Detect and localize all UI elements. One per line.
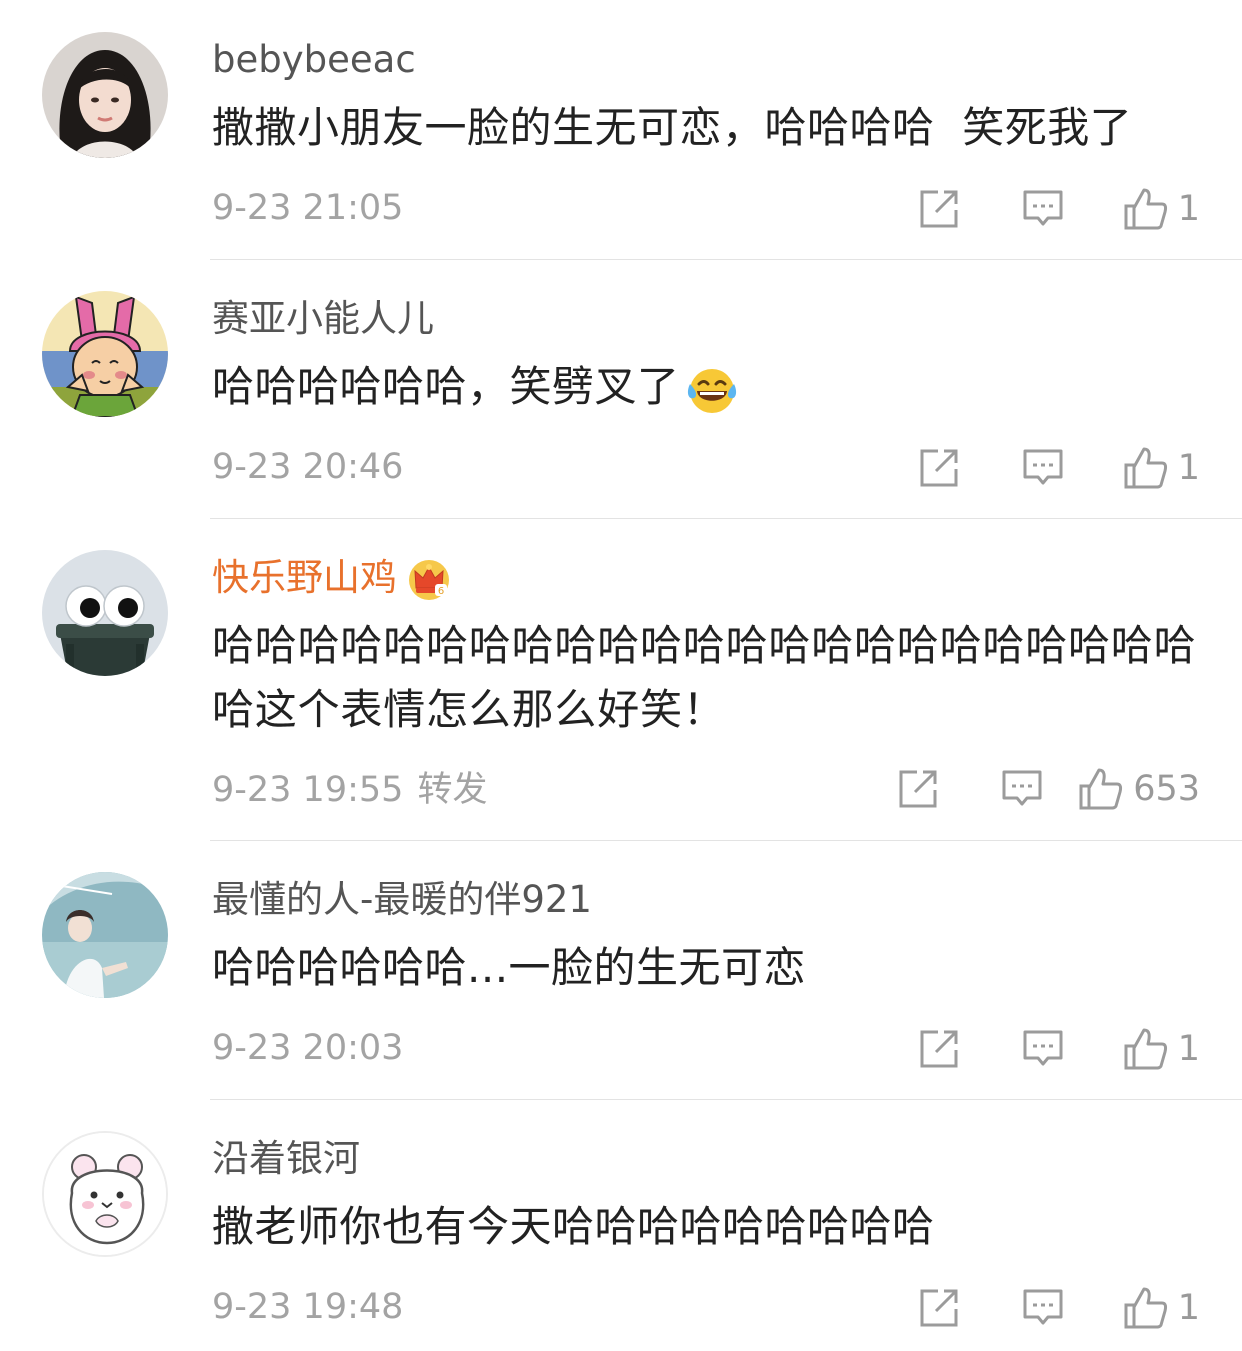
user-avatar[interactable] <box>42 550 168 676</box>
divider <box>210 840 1242 841</box>
comment-text-content: 哈哈哈哈哈哈，笑劈叉了 <box>212 362 680 411</box>
like-count: 1 <box>1177 189 1200 229</box>
share-button[interactable] <box>895 766 941 812</box>
like-button[interactable]: 653 <box>1077 766 1200 812</box>
comment-icon <box>1023 1030 1063 1066</box>
share-button[interactable] <box>916 445 962 491</box>
like-button[interactable]: 1 <box>1122 445 1200 491</box>
edit-share-icon <box>899 770 937 808</box>
thumbs-up-icon <box>1124 447 1167 489</box>
username[interactable]: bebybeeac <box>212 36 416 84</box>
share-button[interactable] <box>916 1026 962 1072</box>
comment-text: 哈哈哈哈哈哈，笑劈叉了 <box>212 355 1212 419</box>
comment-text: 撒老师你也有今天哈哈哈哈哈哈哈哈哈 <box>212 1195 1212 1259</box>
comment-actions: 1 <box>916 184 1200 234</box>
username[interactable]: 赛亚小能人儿 <box>212 295 434 343</box>
thumbs-up-icon <box>1124 188 1167 230</box>
timestamp: 9-23 21:05 <box>212 188 404 228</box>
like-count: 1 <box>1177 1029 1200 1069</box>
girl-umbrella-avatar-icon <box>42 872 168 998</box>
username[interactable]: 最懂的人-最暖的伴921 <box>212 876 592 924</box>
girl-portrait-avatar-icon <box>42 32 168 158</box>
share-button[interactable] <box>916 186 962 232</box>
comment-text-content: 撒老师你也有今天哈哈哈哈哈哈哈哈哈 <box>212 1202 935 1251</box>
reply-button[interactable] <box>1020 186 1066 232</box>
username[interactable]: 快乐野山鸡 6 <box>212 554 451 602</box>
comment-icon <box>1023 449 1063 485</box>
thumbs-up-icon <box>1124 1287 1167 1329</box>
username[interactable]: 沿着银河 <box>212 1135 360 1183</box>
user-avatar[interactable] <box>42 291 168 417</box>
user-avatar[interactable] <box>42 32 168 158</box>
comment-text-content: 哈哈哈哈哈哈...一脸的生无可恋 <box>212 943 807 992</box>
googly-eyes-trash-bin-avatar-icon <box>42 550 168 676</box>
edit-share-icon <box>920 449 958 487</box>
comment-icon <box>1023 190 1063 226</box>
user-avatar[interactable] <box>42 872 168 998</box>
divider <box>210 518 1242 519</box>
username-text: 快乐野山鸡 <box>212 556 397 599</box>
thumbs-up-icon <box>1124 1028 1167 1070</box>
comment-icon <box>1023 1289 1063 1325</box>
comment-text-content: 撒撒小朋友一脸的生无可恋，哈哈哈哈 笑死我了 <box>212 103 1133 152</box>
comment-icon <box>1002 770 1042 806</box>
repost-link[interactable]: 转发 <box>417 770 487 810</box>
comment-text: 哈哈哈哈哈哈...一脸的生无可恋 <box>212 936 1212 1000</box>
thumbs-up-icon <box>1079 768 1123 810</box>
laughing-tears-emoji-icon <box>687 368 736 413</box>
reply-button[interactable] <box>1020 445 1066 491</box>
comment-time: 9-23 20:46 <box>212 445 403 489</box>
edit-share-icon <box>920 1289 958 1327</box>
comment-actions: 1 <box>916 1024 1200 1074</box>
comment-time: 9-23 21:05 <box>212 186 403 230</box>
like-button[interactable]: 1 <box>1122 1285 1200 1331</box>
timestamp: 9-23 19:48 <box>212 1287 404 1327</box>
comment-actions: 1 <box>916 443 1200 493</box>
edit-share-icon <box>920 190 958 228</box>
like-count: 653 <box>1133 769 1200 809</box>
edit-share-icon <box>920 1030 958 1068</box>
cartoon-bunny-ears-avatar-icon <box>42 291 168 417</box>
comment-actions: 1 <box>916 1283 1200 1333</box>
crown-icon: 6 <box>409 559 449 600</box>
comment-text-content: 哈哈哈哈哈哈哈哈哈哈哈哈哈哈哈哈哈哈哈哈哈哈哈哈这个表情怎么那么好笑！ <box>212 621 1197 734</box>
like-button[interactable]: 1 <box>1122 186 1200 232</box>
reply-button[interactable] <box>1020 1285 1066 1331</box>
like-count: 1 <box>1177 448 1200 488</box>
like-button[interactable]: 1 <box>1122 1026 1200 1072</box>
divider <box>210 259 1242 260</box>
hamster-avatar-icon <box>44 1133 166 1255</box>
comment-time: 9-23 19:48 <box>212 1285 403 1329</box>
user-avatar[interactable] <box>42 1131 168 1257</box>
divider <box>210 1099 1242 1100</box>
comment-time: 9-23 19:55 转发 <box>212 768 487 812</box>
comment-text: 哈哈哈哈哈哈哈哈哈哈哈哈哈哈哈哈哈哈哈哈哈哈哈哈这个表情怎么那么好笑！ <box>212 614 1202 742</box>
reply-button[interactable] <box>1020 1026 1066 1072</box>
timestamp: 9-23 20:03 <box>212 1028 404 1068</box>
comment-time: 9-23 20:03 <box>212 1026 403 1070</box>
share-button[interactable] <box>916 1285 962 1331</box>
timestamp: 9-23 20:46 <box>212 447 404 487</box>
svg-text:6: 6 <box>438 586 444 597</box>
reply-button[interactable] <box>999 766 1045 812</box>
comment-actions: 653 <box>895 764 1200 814</box>
comment-text: 撒撒小朋友一脸的生无可恋，哈哈哈哈 笑死我了 <box>212 96 1212 160</box>
timestamp: 9-23 19:55 <box>212 770 404 810</box>
like-count: 1 <box>1177 1288 1200 1328</box>
